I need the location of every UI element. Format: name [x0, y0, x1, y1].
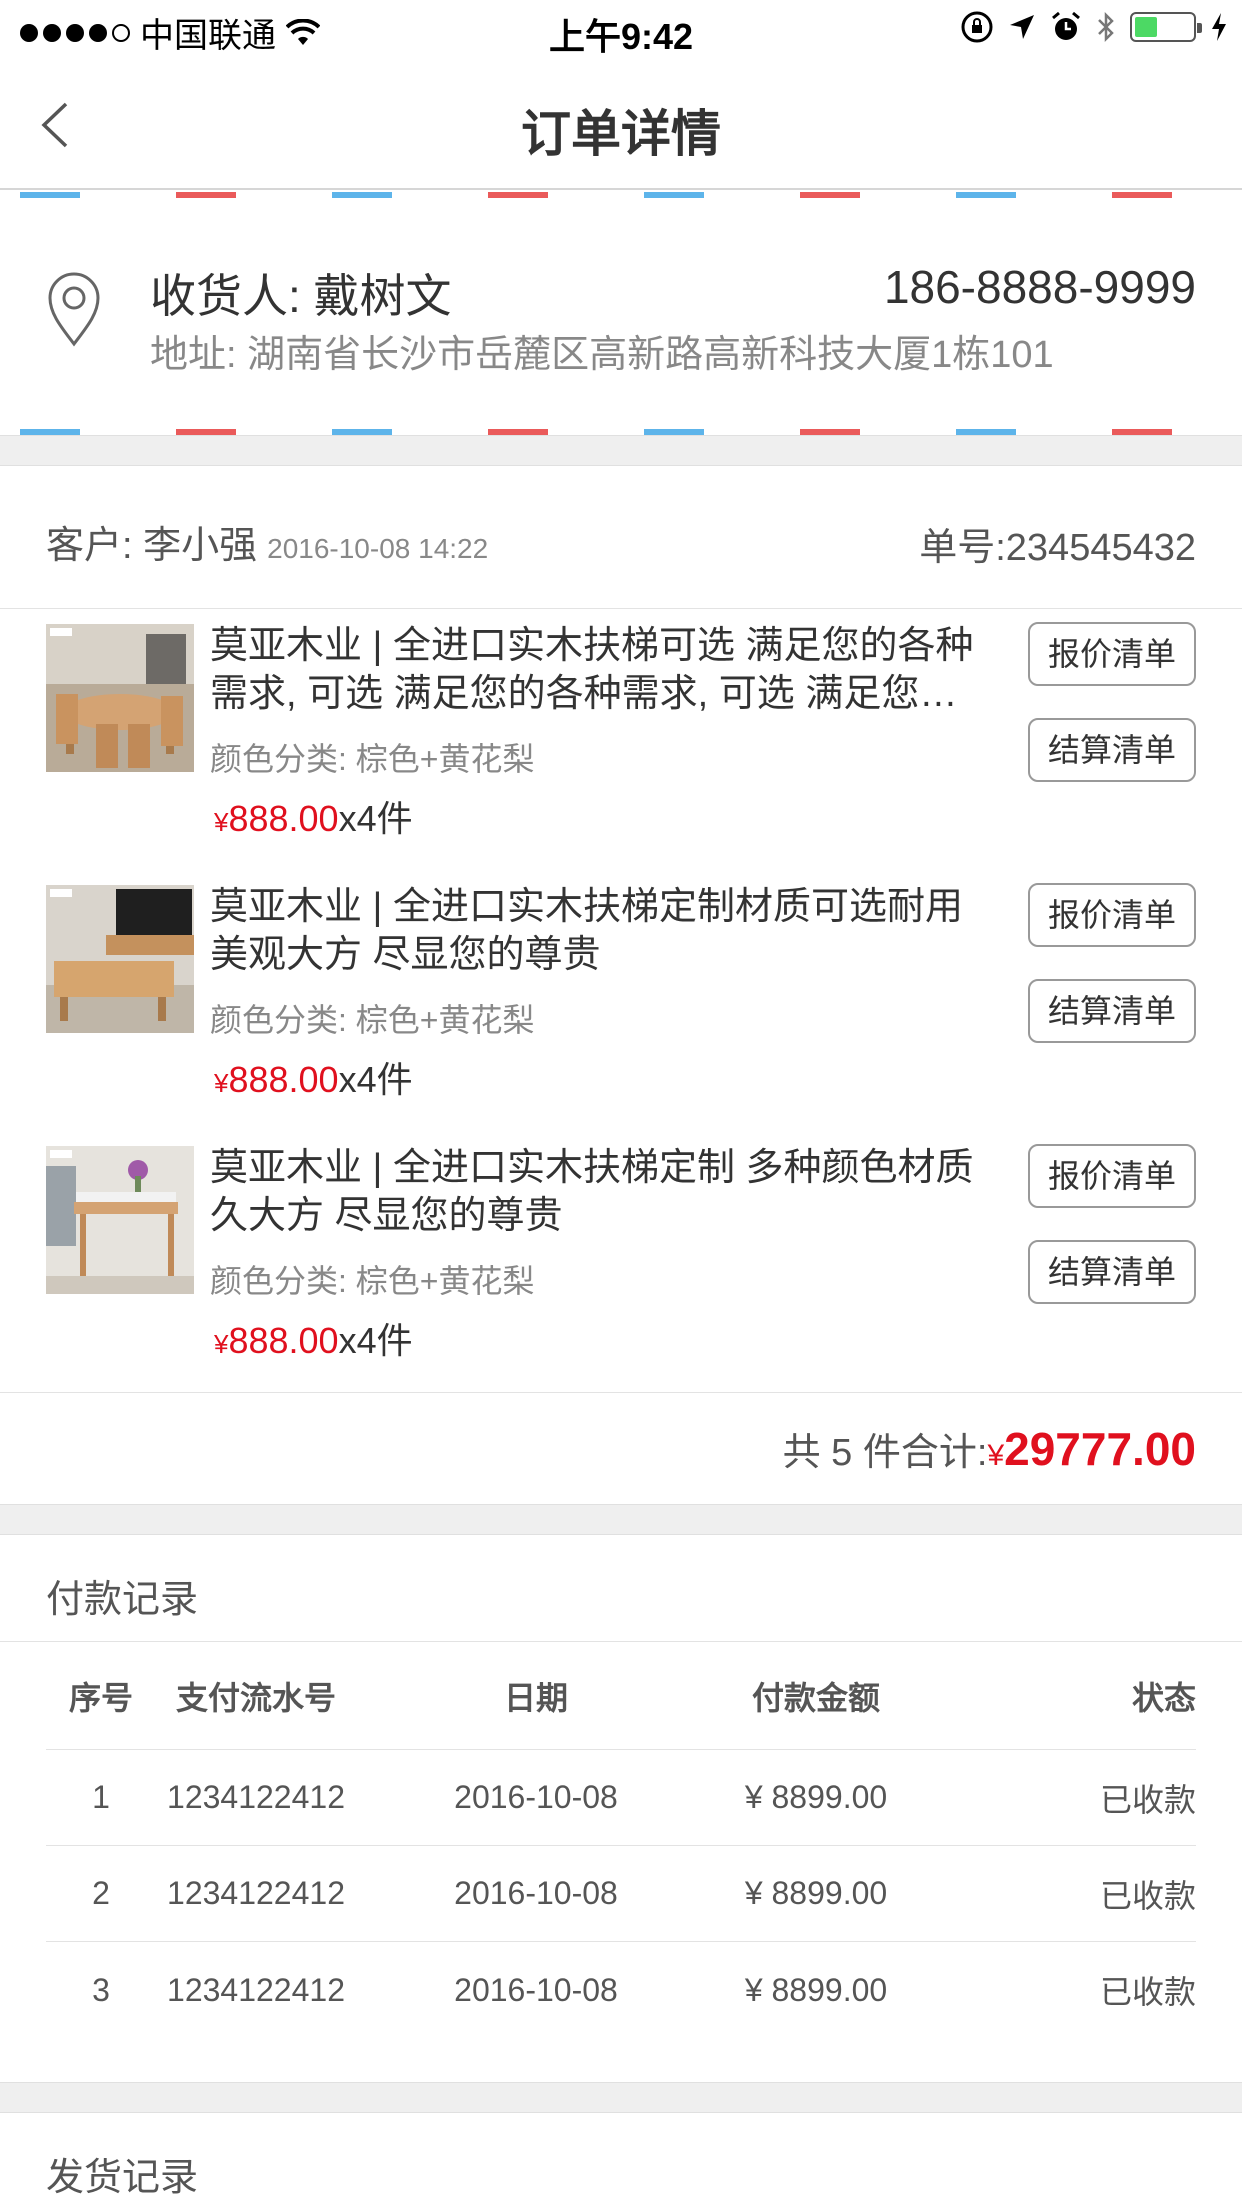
section-divider — [0, 435, 1242, 466]
nav-bar: 订单详情 — [0, 60, 1242, 190]
product-quantity: x4件 — [338, 1320, 413, 1361]
header-serial: 支付流水号 — [175, 1679, 336, 1716]
section-divider — [0, 1504, 1242, 1535]
product-name[interactable]: 莫亚木业 | 全进口实木扶梯可选 满足您的各种需求, 可选 满足您的各种需求, … — [210, 622, 990, 718]
status-bar: 中国联通 上午9:42 — [0, 0, 1242, 60]
table-row: 1 1234122412 2016-10-08 ¥ 8899.00 已收款 — [46, 1750, 1196, 1846]
airmail-stripe-top — [0, 192, 1242, 198]
location-arrow-icon — [1010, 15, 1034, 39]
charging-icon — [1212, 13, 1226, 41]
customer-name: 客户: 李小强 — [46, 525, 258, 567]
header-amount: 付款金额 — [751, 1679, 880, 1716]
customer-info: 客户: 李小强 2016-10-08 14:22 — [46, 514, 488, 569]
product-price: ¥888.00x4件 — [214, 790, 413, 842]
receiver-name: 收货人: 戴树文 — [150, 270, 452, 322]
cell-date: 2016-10-08 — [454, 1779, 618, 1815]
cell-index: 3 — [92, 1971, 110, 2008]
payment-records-title: 付款记录 — [46, 1579, 199, 1621]
currency-symbol: ¥ — [214, 1329, 229, 1359]
cell-status: 已收款 — [1099, 1974, 1196, 2010]
cell-serial: 1234122412 — [167, 1875, 345, 1911]
product-image — [46, 1146, 194, 1294]
rotation-lock-icon — [961, 11, 993, 43]
order-number: 单号:234545432 — [919, 527, 1196, 569]
product-price: ¥888.00x4件 — [214, 1051, 413, 1103]
price-value: 888.00 — [228, 1059, 339, 1100]
product-item[interactable]: 莫亚木业 | 全进口实木扶梯可选 满足您的各种需求, 可选 满足您的各种需求, … — [0, 610, 1242, 872]
settlement-list-button[interactable]: 结算清单 — [1028, 979, 1196, 1043]
payment-table: 序号 支付流水号 日期 付款金额 状态 1 1234122412 2016-10… — [46, 1642, 1196, 2038]
product-image — [46, 624, 194, 772]
quote-list-button[interactable]: 报价清单 — [1028, 1144, 1196, 1208]
product-name[interactable]: 莫亚木业 | 全进口实木扶梯定制材质可选耐用美观大方 尽显您的尊贵 — [210, 883, 990, 979]
cell-amount: ¥ 8899.00 — [744, 1875, 888, 1911]
header-date: 日期 — [503, 1679, 568, 1716]
alarm-icon — [1052, 11, 1080, 40]
cell-index: 1 — [92, 1779, 110, 1815]
product-name[interactable]: 莫亚木业 | 全进口实木扶梯定制 多种颜色材质久大方 尽显您的尊贵 — [210, 1144, 990, 1240]
table-row: 2 1234122412 2016-10-08 ¥ 8899.00 已收款 — [46, 1846, 1196, 1942]
currency-symbol: ¥ — [214, 1068, 229, 1098]
quote-list-button[interactable]: 报价清单 — [1028, 622, 1196, 686]
battery-icon — [1130, 12, 1202, 42]
cell-index: 2 — [92, 1875, 110, 1911]
cell-date: 2016-10-08 — [454, 1875, 618, 1911]
address-card[interactable]: 收货人: 戴树文 186-8888-9999 地址: 湖南省长沙市岳麓区高新路高… — [0, 190, 1242, 435]
product-item[interactable]: 莫亚木业 | 全进口实木扶梯定制材质可选耐用美观大方 尽显您的尊贵 颜色分类: … — [0, 871, 1242, 1133]
price-value: 888.00 — [228, 1320, 339, 1361]
table-row: 3 1234122412 2016-10-08 ¥ 8899.00 已收款 — [46, 1942, 1196, 2038]
product-spec: 颜色分类: 棕色+黄花梨 — [210, 1263, 535, 1299]
order-info-row: 客户: 李小强 2016-10-08 14:22 单号:234545432 — [0, 466, 1242, 609]
cell-serial: 1234122412 — [167, 1779, 345, 1815]
order-date: 2016-10-08 14:22 — [267, 533, 489, 564]
cell-status: 已收款 — [1099, 1877, 1196, 1914]
shipping-records-title: 发货记录 — [46, 2157, 199, 2199]
product-item[interactable]: 莫亚木业 | 全进口实木扶梯定制 多种颜色材质久大方 尽显您的尊贵 颜色分类: … — [0, 1132, 1242, 1394]
bluetooth-icon — [1098, 11, 1114, 43]
total-amount: 29777.00 — [1004, 1423, 1196, 1475]
product-spec: 颜色分类: 棕色+黄花梨 — [210, 1002, 535, 1038]
currency-symbol: ¥ — [214, 807, 229, 837]
header-status: 状态 — [1131, 1679, 1196, 1716]
receiver-address: 地址: 湖南省长沙市岳麓区高新路高新科技大厦1栋101 — [150, 334, 1054, 376]
order-total: 共 5 件合计:¥29777.00 — [783, 1421, 1196, 1476]
cell-amount: ¥ 8899.00 — [744, 1971, 888, 2008]
status-icons — [960, 10, 1228, 44]
page-title: 订单详情 — [521, 106, 721, 162]
total-label: 共 5 件合计: — [782, 1432, 988, 1474]
product-spec: 颜色分类: 棕色+黄花梨 — [210, 741, 535, 777]
header-index: 序号 — [68, 1679, 133, 1716]
section-divider — [0, 2082, 1242, 2113]
battery-level — [1135, 17, 1158, 37]
price-value: 888.00 — [228, 798, 339, 839]
receiver-phone: 186-8888-9999 — [883, 261, 1196, 313]
cell-serial: 1234122412 — [167, 1971, 345, 2008]
cell-date: 2016-10-08 — [454, 1971, 618, 2008]
product-image — [46, 885, 194, 1033]
settlement-list-button[interactable]: 结算清单 — [1028, 718, 1196, 782]
currency-symbol: ¥ — [987, 1439, 1005, 1472]
table-header: 序号 支付流水号 日期 付款金额 状态 — [46, 1642, 1196, 1750]
product-quantity: x4件 — [338, 1059, 413, 1100]
cell-amount: ¥ 8899.00 — [744, 1779, 888, 1815]
cell-status: 已收款 — [1099, 1781, 1196, 1818]
location-pin-icon — [48, 272, 100, 347]
product-quantity: x4件 — [338, 798, 413, 839]
settlement-list-button[interactable]: 结算清单 — [1028, 1240, 1196, 1304]
product-price: ¥888.00x4件 — [214, 1312, 413, 1364]
order-total-row: 共 5 件合计:¥29777.00 — [0, 1392, 1242, 1504]
quote-list-button[interactable]: 报价清单 — [1028, 883, 1196, 947]
